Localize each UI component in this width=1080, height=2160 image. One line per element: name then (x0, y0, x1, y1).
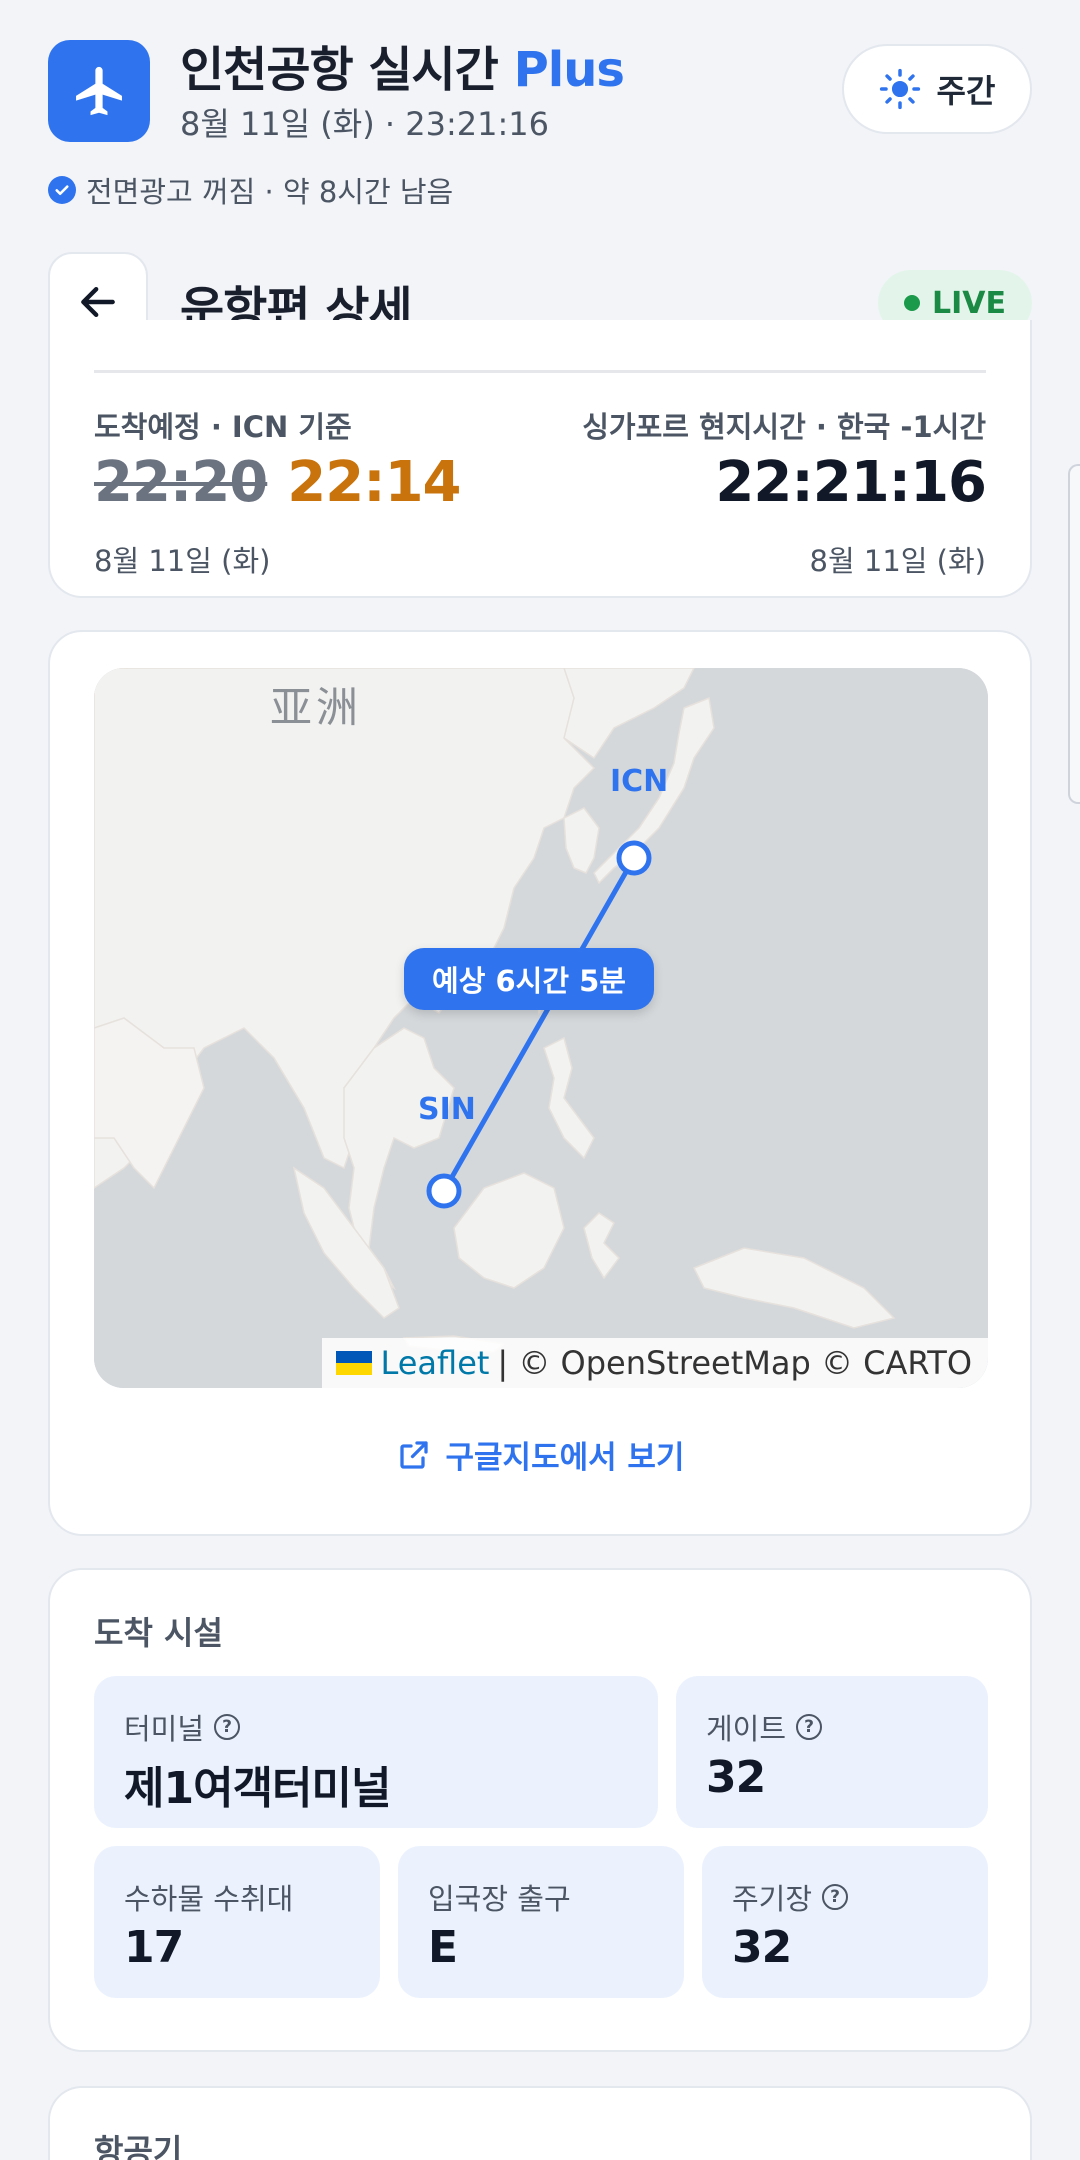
parking-stand-label: 주기장 (732, 1882, 813, 1916)
tile-label: 수하물 수취대 (124, 1876, 293, 1918)
ad-status: 전면광고 꺼짐 · 약 8시간 남음 (48, 168, 453, 212)
gate-value: 32 (706, 1752, 766, 1803)
arrival-exit-label: 입국장 출구 (428, 1882, 571, 1916)
current-datetime: 8월 11일 (화) · 23:21:16 (180, 105, 549, 143)
ad-status-text: 전면광고 꺼짐 · 약 8시간 남음 (86, 175, 454, 209)
app-title-text: 인천공항 실시간 (180, 42, 499, 98)
flight-duration-pill: 예상 6시간 5분 (404, 948, 654, 1010)
divider (94, 370, 986, 373)
route-map-card: 亚洲 ICN SIN 예상 6시간 5분 Leaflet | © OpenStr… (48, 630, 1032, 1536)
arrival-exit-value: E (428, 1922, 458, 1973)
leaflet-link[interactable]: Leaflet (380, 1344, 489, 1382)
local-date: 8월 11일 (화) (809, 544, 986, 578)
live-dot-icon (904, 295, 920, 311)
question-circle-icon[interactable]: ? (214, 1714, 241, 1740)
aircraft-title: 항공기 (94, 2132, 183, 2160)
question-circle-icon[interactable]: ? (822, 1884, 849, 1910)
origin-marker (616, 840, 652, 876)
scroll-handle[interactable] (1068, 464, 1080, 804)
estimated-time: 22:14 (287, 450, 461, 515)
parking-stand-value: 32 (732, 1922, 792, 1973)
airplane-icon (76, 66, 122, 116)
sun-icon (879, 68, 920, 110)
baggage-claim-label: 수하물 수취대 (124, 1882, 294, 1916)
map-attribution: Leaflet | © OpenStreetMap © CARTO (322, 1338, 988, 1388)
local-time: 22:21:16 (715, 450, 987, 515)
destination-code-label: SIN (418, 1092, 476, 1127)
arrival-date: 8월 11일 (화) (94, 544, 271, 578)
attribution-text: | © OpenStreetMap © CARTO (497, 1344, 972, 1382)
app-title: 인천공항 실시간 Plus (180, 38, 625, 102)
google-maps-link[interactable]: 구글지도에서 보기 (50, 1432, 1030, 1477)
baggage-claim-value: 17 (124, 1922, 184, 1973)
app-header: 인천공항 실시간 Plus 8월 11일 (화) · 23:21:16 주간 (48, 38, 1032, 148)
local-time-label: 싱가포르 현지시간 · 한국 -1시간 (582, 410, 986, 444)
external-link-icon (399, 1440, 428, 1469)
terminal-tile: 터미널? 제1여객터미널 (94, 1676, 658, 1828)
google-maps-link-text: 구글지도에서 보기 (445, 1440, 685, 1476)
arrival-label: 도착예정 · ICN 기준 (94, 410, 352, 444)
destination-marker (426, 1173, 462, 1209)
gate-label: 게이트 (706, 1712, 787, 1746)
tile-label: 터미널? (124, 1706, 241, 1748)
gate-tile: 게이트? 32 (676, 1676, 988, 1828)
origin-code-label: ICN (610, 764, 669, 799)
facilities-title: 도착 시설 (94, 1614, 223, 1652)
check-circle-icon (48, 176, 76, 204)
page: 인천공항 실시간 Plus 8월 11일 (화) · 23:21:16 주간 전… (0, 0, 1080, 2160)
scheduled-time: 22:20 (94, 450, 268, 515)
aircraft-card: 항공기 (48, 2086, 1032, 2160)
question-circle-icon[interactable]: ? (796, 1714, 823, 1740)
live-label: LIVE (932, 285, 1006, 321)
app-title-group: 인천공항 실시간 Plus 8월 11일 (화) · 23:21:16 (180, 38, 625, 144)
arrival-times: 22:20 22:14 (94, 450, 462, 515)
map-region-label: 亚洲 (270, 683, 363, 732)
map-basemap (94, 668, 988, 1388)
arrival-facilities-card: 도착 시설 터미널? 제1여객터미널 게이트? 32 수하물 수취대 17 입국… (48, 1568, 1032, 2052)
tile-label: 주기장? (732, 1876, 849, 1918)
plus-badge: Plus (513, 42, 625, 98)
terminal-label: 터미널 (124, 1712, 205, 1746)
terminal-value: 제1여객터미널 (124, 1763, 391, 1814)
ukraine-flag-icon (336, 1351, 373, 1375)
arrival-time-card: 도착예정 · ICN 기준 싱가포르 현지시간 · 한국 -1시간 22:20 … (48, 320, 1032, 598)
mode-label: 주간 (936, 72, 996, 110)
parking-stand-tile: 주기장? 32 (702, 1846, 988, 1998)
arrow-left-icon (81, 286, 115, 318)
tile-label: 입국장 출구 (428, 1876, 571, 1918)
arrival-exit-tile: 입국장 출구 E (398, 1846, 684, 1998)
app-logo[interactable] (48, 40, 150, 142)
route-map[interactable]: 亚洲 ICN SIN 예상 6시간 5분 Leaflet | © OpenStr… (94, 668, 988, 1388)
baggage-claim-tile: 수하물 수취대 17 (94, 1846, 380, 1998)
day-mode-toggle[interactable]: 주간 (842, 44, 1032, 134)
tile-label: 게이트? (706, 1706, 823, 1748)
